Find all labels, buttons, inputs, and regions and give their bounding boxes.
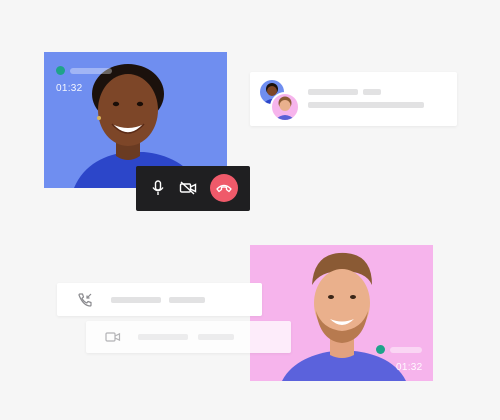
call-controls-bar bbox=[136, 166, 250, 211]
callee-portrait bbox=[250, 245, 433, 381]
callee-video-tile[interactable]: 01:32 bbox=[250, 245, 433, 381]
caller-timer: 01:32 bbox=[56, 83, 83, 94]
video-off-icon bbox=[179, 181, 197, 195]
call-log-item-video[interactable] bbox=[86, 321, 291, 353]
voice-call-name-placeholder bbox=[111, 297, 161, 303]
contact-name-placeholder bbox=[308, 89, 358, 95]
caller-status-dot bbox=[56, 66, 65, 75]
microphone-icon bbox=[152, 180, 164, 195]
hang-up-button[interactable] bbox=[210, 174, 238, 202]
mute-button[interactable] bbox=[146, 176, 170, 200]
caller-name-placeholder bbox=[70, 68, 112, 74]
video-call-name-placeholder bbox=[138, 334, 188, 340]
callee-status-dot bbox=[376, 345, 385, 354]
callee-name-placeholder bbox=[390, 347, 422, 353]
contact-tag-placeholder bbox=[363, 89, 381, 95]
contact-card[interactable] bbox=[250, 72, 457, 126]
callee-timer: 01:32 bbox=[396, 362, 423, 373]
man-avatar bbox=[270, 92, 300, 122]
video-camera-icon bbox=[105, 332, 121, 342]
contact-detail-placeholder bbox=[308, 102, 424, 108]
camera-toggle-button[interactable] bbox=[176, 176, 200, 200]
call-log-item-voice[interactable] bbox=[57, 283, 262, 316]
voice-call-time-placeholder bbox=[169, 297, 205, 303]
phone-hangup-icon bbox=[216, 184, 232, 193]
phone-incoming-icon bbox=[78, 293, 92, 307]
video-call-time-placeholder bbox=[198, 334, 234, 340]
